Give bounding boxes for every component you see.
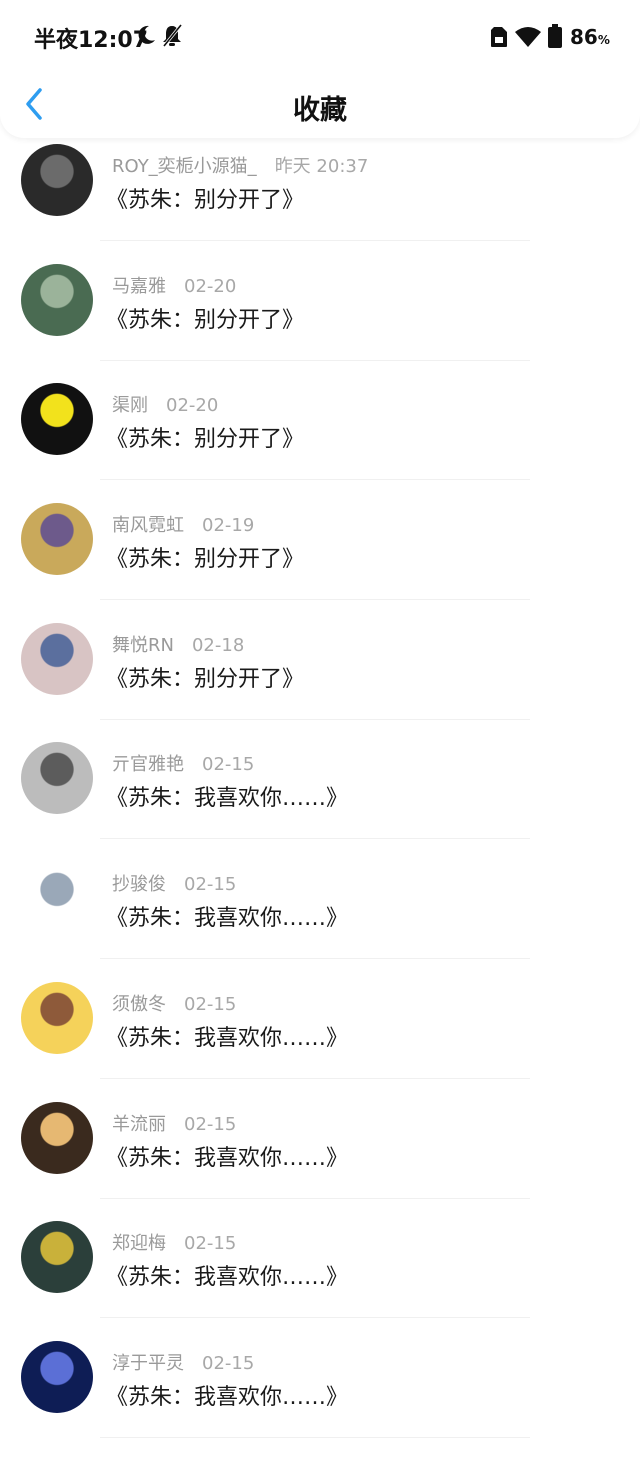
- list-item[interactable]: 南风霓虹 02-19 《苏朱：别分开了》: [0, 501, 640, 621]
- item-meta: 渠刚 02-20: [112, 391, 218, 417]
- username[interactable]: 渠刚: [112, 395, 148, 416]
- avatar[interactable]: [21, 1101, 93, 1174]
- username[interactable]: 南风霓虹: [112, 515, 184, 536]
- item-meta: 亓官雅艳 02-15: [112, 750, 254, 776]
- favorite-title[interactable]: 《苏朱：别分开了》: [106, 421, 304, 453]
- avatar[interactable]: [21, 742, 93, 815]
- favorite-title[interactable]: 《苏朱：别分开了》: [106, 541, 304, 573]
- battery-icon: [548, 24, 562, 52]
- favorite-title[interactable]: 《苏朱：我喜欢你……》: [106, 780, 348, 812]
- battery-percent: 86%: [570, 25, 610, 49]
- item-meta: 郑迎梅 02-15: [112, 1229, 236, 1255]
- divider: [100, 1436, 530, 1438]
- divider: [100, 718, 530, 720]
- favorite-title[interactable]: 《苏朱：别分开了》: [106, 661, 304, 693]
- list-item[interactable]: 渠刚 02-20 《苏朱：别分开了》: [0, 381, 640, 501]
- avatar[interactable]: [21, 622, 93, 695]
- divider: [100, 599, 530, 601]
- item-meta: 舞悦RN 02-18: [112, 631, 244, 657]
- username[interactable]: 羊流丽: [112, 1114, 166, 1135]
- avatar[interactable]: [21, 1340, 93, 1413]
- avatar[interactable]: [21, 263, 93, 336]
- timestamp: 02-20: [184, 275, 237, 297]
- favorite-title[interactable]: 《苏朱：我喜欢你……》: [106, 1140, 348, 1172]
- list-item[interactable]: ROY_奕栀小源猫_ 昨天 20:37 《苏朱：别分开了》: [0, 142, 640, 262]
- timestamp: 昨天 20:37: [274, 156, 369, 177]
- favorite-title[interactable]: 《苏朱：我喜欢你……》: [106, 1020, 348, 1052]
- timestamp: 02-18: [191, 634, 245, 656]
- item-meta: 羊流丽 02-15: [112, 1110, 236, 1136]
- list-item[interactable]: 淳于平灵 02-15 《苏朱：我喜欢你……》: [0, 1339, 640, 1459]
- list-item[interactable]: 抄骏俊 02-15 《苏朱：我喜欢你……》: [0, 860, 640, 980]
- divider: [100, 838, 530, 840]
- nav-bar: 收藏: [0, 76, 640, 136]
- timestamp: 02-15: [184, 1113, 237, 1135]
- avatar[interactable]: [21, 981, 93, 1054]
- status-bar: 半夜12:07 86%: [0, 0, 640, 76]
- timestamp: 02-20: [166, 395, 219, 417]
- list-item[interactable]: 亓官雅艳 02-15 《苏朱：我喜欢你……》: [0, 740, 640, 860]
- timestamp: 02-15: [202, 754, 255, 776]
- divider: [100, 359, 530, 361]
- username[interactable]: 须傲冬: [112, 994, 166, 1015]
- item-meta: 马嘉雅 02-20: [112, 272, 236, 298]
- divider: [100, 1077, 530, 1079]
- username[interactable]: ROY_奕栀小源猫_: [112, 156, 257, 177]
- item-meta: 南风霓虹 02-19: [112, 511, 254, 537]
- status-time: 半夜12:07: [34, 28, 149, 53]
- username[interactable]: 舞悦RN: [112, 635, 174, 656]
- page-title: 收藏: [293, 95, 347, 126]
- username[interactable]: 亓官雅艳: [112, 754, 184, 775]
- favorite-title[interactable]: 《苏朱：我喜欢你……》: [106, 1379, 348, 1411]
- divider: [100, 1197, 530, 1199]
- list-item[interactable]: 须傲冬 02-15 《苏朱：我喜欢你……》: [0, 980, 640, 1100]
- timestamp: 02-15: [202, 1352, 255, 1374]
- favorites-list: ROY_奕栀小源猫_ 昨天 20:37 《苏朱：别分开了》 马嘉雅 02-20 《苏朱：别…: [0, 142, 640, 1459]
- divider: [100, 240, 530, 241]
- timestamp: 02-15: [184, 1233, 237, 1255]
- top-bar: 半夜12:07 86% 收藏: [0, 0, 640, 138]
- username[interactable]: 马嘉雅: [112, 276, 166, 297]
- list-item[interactable]: 郑迎梅 02-15 《苏朱：我喜欢你……》: [0, 1219, 640, 1339]
- divider: [100, 479, 530, 481]
- timestamp: 02-19: [202, 515, 255, 537]
- item-meta: ROY_奕栀小源猫_ 昨天 20:37: [112, 152, 368, 178]
- sim-card-icon: [490, 26, 508, 52]
- avatar[interactable]: [21, 144, 93, 216]
- favorite-title[interactable]: 《苏朱：我喜欢你……》: [106, 1259, 348, 1291]
- divider: [100, 958, 530, 960]
- username[interactable]: 抄骏俊: [112, 874, 166, 895]
- moon-icon: [135, 24, 157, 50]
- favorite-title[interactable]: 《苏朱：别分开了》: [106, 302, 304, 334]
- username[interactable]: 郑迎梅: [112, 1233, 166, 1254]
- wifi-icon: [514, 26, 542, 52]
- item-meta: 抄骏俊 02-15: [112, 870, 236, 896]
- list-item[interactable]: 马嘉雅 02-20 《苏朱：别分开了》: [0, 262, 640, 382]
- avatar[interactable]: [21, 383, 93, 456]
- bell-off-icon: [161, 24, 183, 52]
- item-meta: 须傲冬 02-15: [112, 990, 236, 1016]
- favorite-title[interactable]: 《苏朱：别分开了》: [106, 182, 304, 214]
- divider: [100, 1317, 530, 1319]
- favorite-title[interactable]: 《苏朱：我喜欢你……》: [106, 900, 348, 932]
- avatar[interactable]: [21, 503, 93, 576]
- avatar[interactable]: [21, 1221, 93, 1294]
- item-meta: 淳于平灵 02-15: [112, 1349, 254, 1375]
- avatar[interactable]: [21, 862, 93, 935]
- timestamp: 02-15: [184, 874, 237, 896]
- list-item[interactable]: 舞悦RN 02-18 《苏朱：别分开了》: [0, 621, 640, 741]
- username[interactable]: 淳于平灵: [112, 1353, 184, 1374]
- timestamp: 02-15: [184, 993, 237, 1015]
- list-item[interactable]: 羊流丽 02-15 《苏朱：我喜欢你……》: [0, 1100, 640, 1220]
